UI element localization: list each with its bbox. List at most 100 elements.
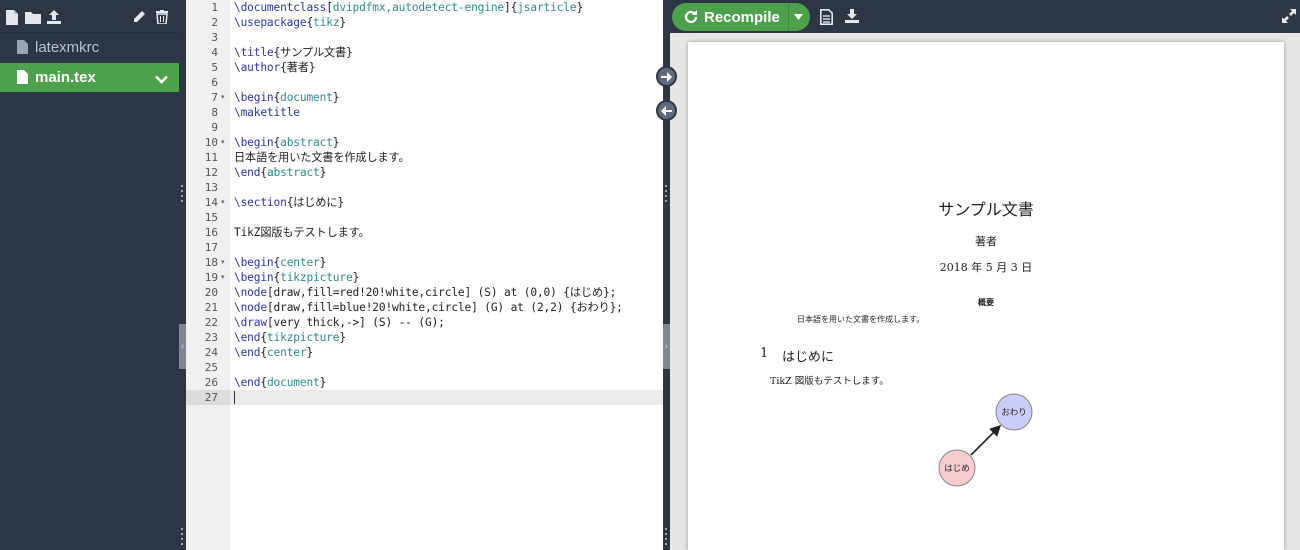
sync-to-code-button[interactable] <box>656 100 677 121</box>
text-cursor <box>234 391 235 404</box>
code-text: } <box>332 91 340 104</box>
code-text: } <box>306 346 314 359</box>
line-number: 22 <box>204 316 218 329</box>
sync-to-pdf-button[interactable] <box>656 66 677 87</box>
latex-command: \documentclass <box>234 1 327 14</box>
collapse-sidebar-tab[interactable]: ‹ <box>179 324 186 369</box>
file-item-main-tex[interactable]: main.tex <box>0 63 179 92</box>
latex-command: \end <box>234 376 261 389</box>
line-number: 14 <box>204 196 218 209</box>
code-text: ]{ <box>504 1 518 14</box>
code-text: { <box>260 346 267 359</box>
line-number: 3 <box>211 31 218 44</box>
code-line[interactable]: \begin{document} <box>234 90 340 105</box>
code-line[interactable]: \node[draw,fill=blue!20!white,circle] (G… <box>234 300 623 315</box>
fold-toggle-icon[interactable]: ▾ <box>221 90 225 105</box>
line-number: 1 <box>211 1 218 14</box>
code-text: } <box>319 376 327 389</box>
code-line[interactable]: \section{はじめに} <box>234 195 344 210</box>
delete-trash-icon[interactable] <box>154 9 170 25</box>
latex-command: \begin <box>234 91 274 104</box>
fold-toggle-icon[interactable]: ▾ <box>221 195 225 210</box>
code-line[interactable]: \begin{abstract} <box>234 135 340 150</box>
line-number: 23 <box>204 331 218 344</box>
latex-command: \begin <box>234 256 274 269</box>
latex-argument: document <box>266 376 320 389</box>
latex-command: \section <box>234 196 287 209</box>
fold-toggle-icon[interactable]: ▾ <box>221 255 225 270</box>
line-number: 27 <box>204 391 218 404</box>
line-number: 6 <box>211 76 218 89</box>
latex-argument: center <box>280 256 320 269</box>
file-tree-toolbar <box>0 0 179 33</box>
latex-argument: abstract <box>266 166 320 179</box>
code-line[interactable]: \end{center} <box>234 345 313 360</box>
code-line[interactable]: \usepackage{tikz} <box>234 15 346 30</box>
code-area[interactable]: \documentclass[dvipdfmx,autodetect-engin… <box>230 0 663 550</box>
latex-argument: center <box>266 346 307 359</box>
view-logs-icon[interactable] <box>820 9 833 25</box>
code-line[interactable]: \author{著者} <box>234 60 316 75</box>
latex-argument: tikzpicture <box>280 271 353 284</box>
rename-pencil-icon[interactable] <box>131 9 147 25</box>
line-number: 15 <box>204 211 218 224</box>
new-folder-icon[interactable] <box>24 9 42 25</box>
drag-handle[interactable] <box>665 185 667 205</box>
latex-command: \end <box>234 346 261 359</box>
drag-handle[interactable] <box>181 185 183 205</box>
fold-toggle-icon[interactable]: ▾ <box>221 135 225 150</box>
chevron-down-icon[interactable] <box>155 71 168 90</box>
latex-argument: tikz <box>313 16 340 29</box>
code-line[interactable]: \end{tikzpicture} <box>234 330 346 345</box>
new-file-icon[interactable] <box>4 9 20 25</box>
line-number: 24 <box>204 346 218 359</box>
tikz-figure: はじめ おわり <box>938 393 1033 487</box>
code-text: } <box>576 1 584 14</box>
drag-handle[interactable] <box>181 528 183 548</box>
line-number: 18 <box>204 256 218 269</box>
code-text: { <box>260 376 267 389</box>
code-text: } <box>332 136 340 149</box>
line-number: 7 <box>211 91 218 104</box>
line-number-gutter: 1 2 3 4 5 6 7 ▾ 8 9 10 ▾ 11 12 13 14 ▾ 15 16 17 18 ▾ 19 ▾ 20 21 22… <box>186 0 230 550</box>
code-line[interactable]: \maketitle <box>234 105 300 120</box>
code-line[interactable]: \end{document} <box>234 375 326 390</box>
code-text: [ <box>326 1 333 14</box>
code-line[interactable]: \node[draw,fill=red!20!white,circle] (S)… <box>234 285 616 300</box>
file-item-latexmkrc[interactable]: latexmkrc <box>0 33 179 62</box>
fold-toggle-icon[interactable]: ▾ <box>221 270 225 285</box>
latex-command: \draw <box>234 316 267 329</box>
pdf-page: サンプル文書 著者 2018 年 5 月 3 日 概要 日本語を用いた文書を作成… <box>688 42 1284 550</box>
latex-command: \title <box>234 46 274 59</box>
code-line[interactable]: \begin{tikzpicture} <box>234 270 359 285</box>
drag-handle[interactable] <box>665 528 667 548</box>
end-node-label: おわり <box>1001 408 1027 418</box>
latex-command: \author <box>234 61 281 74</box>
code-text: } <box>352 271 360 284</box>
latex-command: \maketitle <box>234 106 300 119</box>
latex-argument: jsarticle <box>517 1 577 14</box>
code-line[interactable]: \documentclass[dvipdfmx,autodetect-engin… <box>234 0 583 15</box>
code-line[interactable]: \end{abstract} <box>234 165 326 180</box>
collapse-pdf-tab[interactable]: › <box>663 324 670 369</box>
code-line[interactable]: \title{サンプル文書} <box>234 45 353 60</box>
line-number: 9 <box>211 121 218 134</box>
sidebar-splitter[interactable]: ‹ <box>179 0 186 550</box>
expand-icon[interactable] <box>1282 9 1296 23</box>
latex-command: \end <box>234 166 261 179</box>
recompile-options-caret[interactable] <box>788 3 808 31</box>
arrow-right-icon <box>661 71 672 82</box>
code-line[interactable]: TikZ図版もテストします。 <box>234 225 370 240</box>
latex-command: \begin <box>234 271 274 284</box>
code-text: 日本語を用いた文書を作成します。 <box>234 151 410 164</box>
code-line[interactable]: 日本語を用いた文書を作成します。 <box>234 150 410 165</box>
arrow-left-icon <box>661 105 672 116</box>
download-pdf-icon[interactable] <box>845 9 859 23</box>
code-line[interactable]: \begin{center} <box>234 255 326 270</box>
pdf-preview-pane: Recompile サンプル文書 著者 2018 年 5 月 3 日 概要 日本… <box>670 0 1300 550</box>
latex-argument: tikzpicture <box>266 331 340 344</box>
code-line[interactable]: \draw[very thick,->] (S) -- (G); <box>234 315 445 330</box>
code-text: } <box>339 331 346 344</box>
code-editor[interactable]: 1 2 3 4 5 6 7 ▾ 8 9 10 ▾ 11 12 13 14 ▾ 15 16 17 18 ▾ 19 ▾ 20 21 22… <box>186 0 663 550</box>
upload-icon[interactable] <box>46 9 62 25</box>
